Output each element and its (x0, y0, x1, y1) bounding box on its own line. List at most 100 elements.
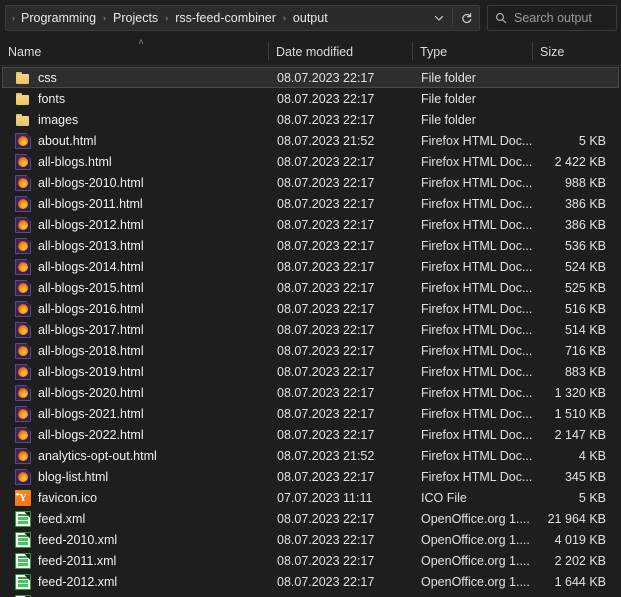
file-type: File folder (421, 91, 476, 106)
folder-icon (15, 70, 31, 86)
column-header-name-label: Name (8, 45, 42, 59)
breadcrumb-separator-icon[interactable]: › (160, 13, 173, 23)
file-row[interactable]: all-blogs-2021.html 08.07.2023 22:17 Firef… (2, 403, 619, 424)
file-row[interactable]: all-blogs-2014.html 08.07.2023 22:17 Firef… (2, 256, 619, 277)
file-date-modified: 08.07.2023 22:17 (277, 70, 375, 85)
file-name-cell: all-blogs-2013.html (3, 237, 269, 254)
file-name-label: images (38, 112, 79, 127)
breadcrumb-item-rss-feed-combiner[interactable]: rss-feed-combiner (173, 8, 278, 28)
search-input[interactable]: Search output (514, 11, 592, 25)
file-type: Firefox HTML Doc... (421, 238, 533, 253)
file-date-modified: 07.07.2023 11:11 (277, 490, 373, 505)
refresh-icon[interactable] (453, 6, 479, 30)
file-row[interactable]: fonts 08.07.2023 22:17 File folder (2, 88, 619, 109)
file-row[interactable]: css 08.07.2023 22:17 File folder (2, 67, 619, 88)
file-row[interactable]: feed-2011.xml 08.07.2023 22:17 OpenOffice.… (2, 550, 619, 571)
breadcrumb-separator-icon[interactable]: › (98, 13, 111, 23)
file-name-label: all-blogs-2013.html (38, 238, 144, 253)
file-type: Firefox HTML Doc... (421, 448, 533, 463)
file-row[interactable]: all-blogs-2022.html 08.07.2023 22:17 Firef… (2, 424, 619, 445)
address-bar[interactable]: › Programming › Projects › rss-feed-comb… (5, 5, 480, 31)
file-row[interactable]: all-blogs-2019.html 08.07.2023 22:17 Firef… (2, 361, 619, 382)
file-row[interactable]: all-blogs-2010.html 08.07.2023 22:17 Firef… (2, 172, 619, 193)
file-date-modified: 08.07.2023 22:17 (277, 217, 375, 232)
file-type: Firefox HTML Doc... (421, 217, 533, 232)
file-name-label: all-blogs-2017.html (38, 322, 144, 337)
file-row[interactable]: all-blogs-2013.html 08.07.2023 22:17 Firef… (2, 235, 619, 256)
file-name-label: css (38, 70, 57, 85)
breadcrumb-separator-icon[interactable]: › (278, 13, 291, 23)
file-name-cell: all-blogs-2011.html (3, 195, 269, 212)
file-date-modified: 08.07.2023 22:17 (277, 322, 375, 337)
file-row[interactable]: favicon.ico 07.07.2023 11:11 ICO File 5 KB (2, 487, 619, 508)
openoffice-xml-icon (15, 552, 31, 569)
openoffice-xml-icon (15, 573, 31, 590)
file-row[interactable]: images 08.07.2023 22:17 File folder (2, 109, 619, 130)
file-size: 2 422 KB (554, 154, 606, 169)
file-row[interactable]: analytics-opt-out.html 08.07.2023 21:52 Fi… (2, 445, 619, 466)
file-type: Firefox HTML Doc... (421, 406, 533, 421)
file-date-modified: 08.07.2023 22:17 (277, 574, 375, 589)
file-size: 2 202 KB (554, 553, 606, 568)
file-date-modified: 08.07.2023 22:17 (277, 238, 375, 253)
file-row[interactable]: all-blogs-2017.html 08.07.2023 22:17 Firef… (2, 319, 619, 340)
file-row[interactable]: all-blogs-2020.html 08.07.2023 22:17 Firef… (2, 382, 619, 403)
breadcrumb-item-programming[interactable]: Programming (19, 8, 98, 28)
chevron-down-icon[interactable] (426, 6, 452, 30)
file-row[interactable] (2, 592, 619, 597)
search-box[interactable]: Search output (487, 5, 617, 31)
firefox-html-icon (15, 216, 31, 233)
breadcrumb-root-chevron-icon[interactable]: › (6, 13, 19, 23)
file-name-label: all-blogs-2022.html (38, 427, 144, 442)
file-explorer-window: › Programming › Projects › rss-feed-comb… (0, 0, 621, 597)
file-size: 525 KB (564, 280, 606, 295)
file-name-label: fonts (38, 91, 66, 106)
file-date-modified: 08.07.2023 22:17 (277, 406, 375, 421)
folder-icon (15, 91, 31, 107)
file-size: 386 KB (564, 196, 606, 211)
file-size: 514 KB (564, 322, 606, 337)
file-name-label: all-blogs.html (38, 154, 112, 169)
column-header-date-modified[interactable]: Date modified (268, 35, 412, 65)
firefox-html-icon (15, 405, 31, 422)
file-size: 386 KB (564, 217, 606, 232)
firefox-html-icon (15, 237, 31, 254)
firefox-html-icon (15, 363, 31, 380)
file-row[interactable]: feed.xml 08.07.2023 22:17 OpenOffice.org 1… (2, 508, 619, 529)
file-row[interactable]: all-blogs-2016.html 08.07.2023 22:17 Firef… (2, 298, 619, 319)
file-row[interactable]: all-blogs-2018.html 08.07.2023 22:17 Firef… (2, 340, 619, 361)
file-row[interactable]: feed-2010.xml 08.07.2023 22:17 OpenOffice.… (2, 529, 619, 550)
file-type: OpenOffice.org 1.... (421, 553, 530, 568)
column-header-type[interactable]: Type (412, 35, 532, 65)
file-row[interactable]: about.html 08.07.2023 21:52 Firefox HTML D… (2, 130, 619, 151)
file-type: Firefox HTML Doc... (421, 469, 533, 484)
file-row[interactable]: feed-2012.xml 08.07.2023 22:17 OpenOffice.… (2, 571, 619, 592)
file-row[interactable]: all-blogs.html 08.07.2023 22:17 Firefox HT… (2, 151, 619, 172)
column-header-size[interactable]: Size (532, 35, 621, 65)
firefox-html-icon (15, 174, 31, 191)
file-name-label: blog-list.html (38, 469, 109, 484)
file-type: Firefox HTML Doc... (421, 280, 533, 295)
file-type: File folder (421, 112, 476, 127)
file-row[interactable]: all-blogs-2012.html 08.07.2023 22:17 Firef… (2, 214, 619, 235)
breadcrumb-item-projects[interactable]: Projects (111, 8, 160, 28)
file-name-label: favicon.ico (38, 490, 98, 505)
file-date-modified: 08.07.2023 22:17 (277, 511, 375, 526)
file-size: 4 019 KB (554, 532, 606, 547)
file-size: 5 KB (578, 133, 606, 148)
file-type: Firefox HTML Doc... (421, 385, 533, 400)
file-row[interactable]: blog-list.html 08.07.2023 22:17 Firefox HT… (2, 466, 619, 487)
breadcrumb-item-output[interactable]: output (291, 8, 330, 28)
file-name-cell: feed.xml (3, 510, 269, 527)
file-date-modified: 08.07.2023 22:17 (277, 280, 375, 295)
file-name-label: all-blogs-2010.html (38, 175, 144, 190)
file-row[interactable]: all-blogs-2011.html 08.07.2023 22:17 Firef… (2, 193, 619, 214)
file-name-cell: all-blogs-2014.html (3, 258, 269, 275)
file-date-modified: 08.07.2023 22:17 (277, 91, 375, 106)
file-list[interactable]: css 08.07.2023 22:17 File folder fonts 08.07… (0, 66, 621, 597)
file-date-modified: 08.07.2023 21:52 (277, 448, 375, 463)
file-size: 988 KB (564, 175, 606, 190)
file-name-cell: all-blogs-2017.html (3, 321, 269, 338)
file-type: ICO File (421, 490, 467, 505)
file-row[interactable]: all-blogs-2015.html 08.07.2023 22:17 Firef… (2, 277, 619, 298)
